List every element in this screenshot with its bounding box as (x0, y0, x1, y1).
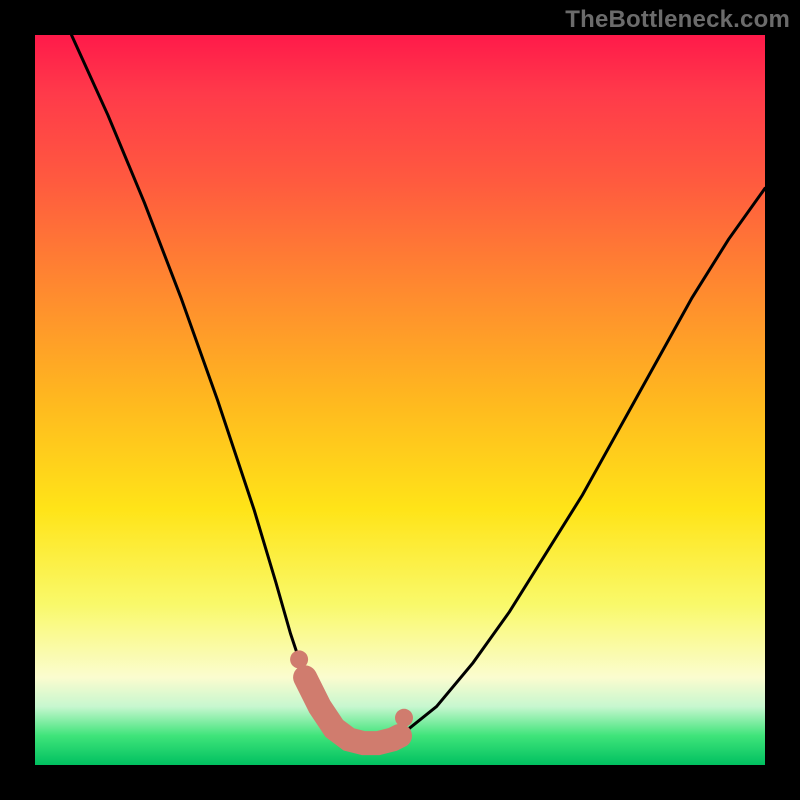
plot-area (35, 35, 765, 765)
curve-layer (35, 35, 765, 765)
chart-frame: TheBottleneck.com (0, 0, 800, 800)
watermark-text: TheBottleneck.com (565, 6, 790, 34)
bottleneck-curve (72, 35, 766, 743)
trough-dot-left (294, 666, 316, 688)
trough-dot-left-2 (290, 650, 308, 668)
trough-dot-right (389, 725, 411, 747)
trough-dot-right-2 (395, 709, 413, 727)
trough-marker (305, 677, 400, 743)
